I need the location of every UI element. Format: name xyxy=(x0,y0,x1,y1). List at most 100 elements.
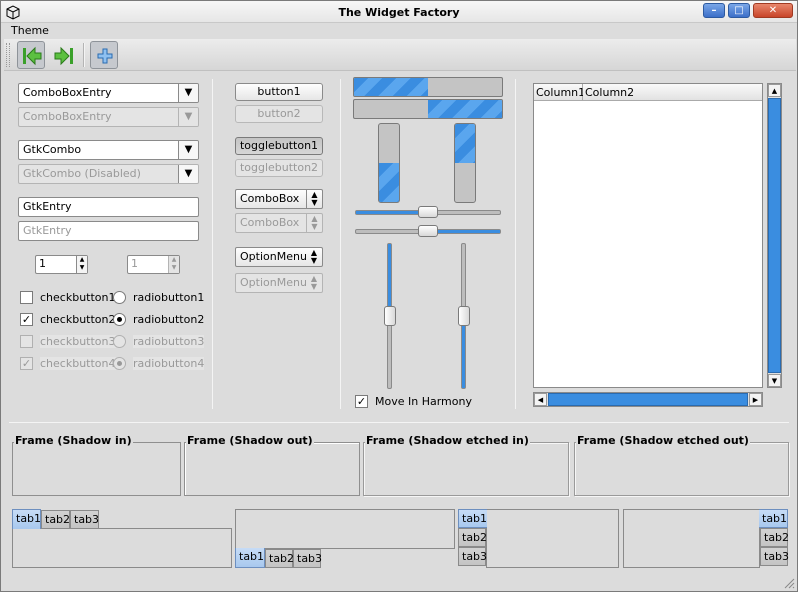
column1-header[interactable]: Column1 xyxy=(534,84,585,101)
option-menu-disabled: OptionMenu ▲ ▼ xyxy=(235,273,323,293)
checkbutton3-box xyxy=(20,335,33,348)
vertical-scrollbar[interactable]: ▲ ▼ xyxy=(767,83,782,388)
updown-arrows-icon: ▲ ▼ xyxy=(306,190,322,208)
spin-button-disabled: 1 ▲ ▼ xyxy=(127,255,180,274)
tab-left-3[interactable]: tab3 xyxy=(458,547,487,566)
horizontal-scroll-thumb[interactable] xyxy=(548,393,748,406)
spin-arrows: ▲ ▼ xyxy=(168,256,179,273)
button2-disabled: button2 xyxy=(235,105,323,123)
checkbutton1-box[interactable] xyxy=(20,291,33,304)
tab-bottom-1[interactable]: tab1 xyxy=(235,548,265,568)
progress-bar-ltr-fill xyxy=(354,78,428,96)
progress-bar-btt-fill xyxy=(379,163,399,202)
tab-top-2[interactable]: tab2 xyxy=(41,510,70,529)
button1[interactable]: button1 xyxy=(235,83,323,101)
resize-grip-icon[interactable] xyxy=(783,577,795,589)
chevron-down-icon: ▼ xyxy=(178,108,198,126)
frame-shadow-etched-in xyxy=(363,442,569,496)
radiobutton1-circle[interactable] xyxy=(113,291,126,304)
radiobutton1-label[interactable]: radiobutton1 xyxy=(133,291,204,304)
vscale-btt-knob[interactable] xyxy=(458,306,470,326)
add-plus-icon xyxy=(97,48,113,64)
progress-bar-ttb xyxy=(454,123,476,203)
option-menu-disabled-text: OptionMenu xyxy=(240,276,307,289)
checkbutton2-box[interactable]: ✓ xyxy=(20,313,33,326)
spin-arrows[interactable]: ▲ ▼ xyxy=(76,256,87,273)
hscale-ltr[interactable] xyxy=(355,206,501,218)
horizontal-scrollbar[interactable]: ◀ ▶ xyxy=(533,392,763,407)
scroll-down-icon[interactable]: ▼ xyxy=(768,374,781,387)
combobox-disabled-text: ComboBox xyxy=(240,216,300,229)
chevron-down-icon[interactable]: ▼ xyxy=(178,165,198,183)
tab-top-3[interactable]: tab3 xyxy=(70,510,99,529)
combo-box-entry-text: ComboBoxEntry xyxy=(23,86,112,99)
column2-header[interactable]: Column2 xyxy=(583,84,762,101)
toolbar xyxy=(4,39,796,71)
title-bar[interactable]: The Widget Factory – □ ✕ xyxy=(1,1,797,23)
gtk-combo[interactable]: GtkCombo ▼ xyxy=(18,140,199,160)
frame-shadow-in xyxy=(12,442,181,496)
spin-button-disabled-value: 1 xyxy=(131,257,138,270)
chevron-down-icon[interactable]: ▼ xyxy=(178,84,198,102)
frame-shadow-in-label: Frame (Shadow in) xyxy=(14,434,133,447)
tab-bottom-3[interactable]: tab3 xyxy=(293,549,322,568)
progress-bar-rtl-fill xyxy=(428,100,502,118)
gtk-entry[interactable]: GtkEntry xyxy=(18,197,199,217)
move-in-harmony-box[interactable]: ✓ xyxy=(355,395,368,408)
frame-shadow-etched-in-label: Frame (Shadow etched in) xyxy=(365,434,530,447)
hscale-rtl-knob[interactable] xyxy=(418,225,438,237)
tab-right-2[interactable]: tab2 xyxy=(760,528,789,547)
menu-theme[interactable]: Theme xyxy=(11,24,49,37)
tab-top-1[interactable]: tab1 xyxy=(12,509,41,529)
tree-view[interactable]: Column1 Column2 xyxy=(533,83,763,388)
vertical-scroll-thumb[interactable] xyxy=(768,98,781,373)
go-forward-icon xyxy=(54,46,73,66)
minimize-button[interactable]: – xyxy=(703,3,725,18)
chevron-down-icon[interactable]: ▼ xyxy=(178,141,198,159)
checkbutton4-label: checkbutton4 xyxy=(40,357,116,370)
togglebutton2-disabled: togglebutton2 xyxy=(235,159,323,177)
tab-left-1[interactable]: tab1 xyxy=(458,509,487,528)
vscale-ttb[interactable] xyxy=(384,243,398,389)
notebook-bottom xyxy=(235,509,455,549)
hscale-rtl[interactable] xyxy=(355,225,501,237)
radiobutton3-circle xyxy=(113,335,126,348)
window-title: The Widget Factory xyxy=(338,6,460,19)
radiobutton4-circle xyxy=(113,357,126,370)
checkbutton4-box: ✓ xyxy=(20,357,33,370)
radiobutton3-label: radiobutton3 xyxy=(133,335,205,348)
forward-button[interactable] xyxy=(49,41,77,69)
tab-bottom-2[interactable]: tab2 xyxy=(265,549,294,568)
vscale-btt[interactable] xyxy=(458,243,472,389)
combobox[interactable]: ComboBox ▲ ▼ xyxy=(235,189,323,209)
updown-arrows-icon: ▲ ▼ xyxy=(310,248,318,265)
close-button[interactable]: ✕ xyxy=(753,3,793,18)
tab-right-1[interactable]: tab1 xyxy=(759,509,788,528)
vscale-ttb-knob[interactable] xyxy=(384,306,396,326)
tab-left-2[interactable]: tab2 xyxy=(458,528,487,547)
radiobutton2-label[interactable]: radiobutton2 xyxy=(133,313,204,326)
toolbar-grip[interactable] xyxy=(6,43,10,67)
combobox-disabled: ComboBox ▲ ▼ xyxy=(235,213,323,233)
checkbutton2-label[interactable]: checkbutton2 xyxy=(40,313,116,326)
scroll-left-icon[interactable]: ◀ xyxy=(534,393,547,406)
hscale-ltr-knob[interactable] xyxy=(418,206,438,218)
separator xyxy=(212,79,213,409)
radiobutton2-circle[interactable] xyxy=(113,313,126,326)
maximize-button[interactable]: □ xyxy=(728,3,750,18)
progress-bar-btt xyxy=(378,123,400,203)
hscale-rtl-fill xyxy=(428,230,500,233)
progress-bar-ltr xyxy=(353,77,503,97)
togglebutton1[interactable]: togglebutton1 xyxy=(235,137,323,155)
spin-button[interactable]: 1 ▲ ▼ xyxy=(35,255,88,274)
scroll-right-icon[interactable]: ▶ xyxy=(749,393,762,406)
scroll-up-icon[interactable]: ▲ xyxy=(768,84,781,97)
checkbutton1-label[interactable]: checkbutton1 xyxy=(40,291,116,304)
option-menu[interactable]: OptionMenu ▲ ▼ xyxy=(235,247,323,267)
back-button[interactable] xyxy=(17,41,45,69)
move-in-harmony-label[interactable]: Move In Harmony xyxy=(375,395,472,408)
combo-box-entry-disabled-text: ComboBoxEntry xyxy=(23,110,112,123)
add-button[interactable] xyxy=(90,41,118,69)
combo-box-entry[interactable]: ComboBoxEntry ▼ xyxy=(18,83,199,103)
tab-right-3[interactable]: tab3 xyxy=(760,547,789,566)
